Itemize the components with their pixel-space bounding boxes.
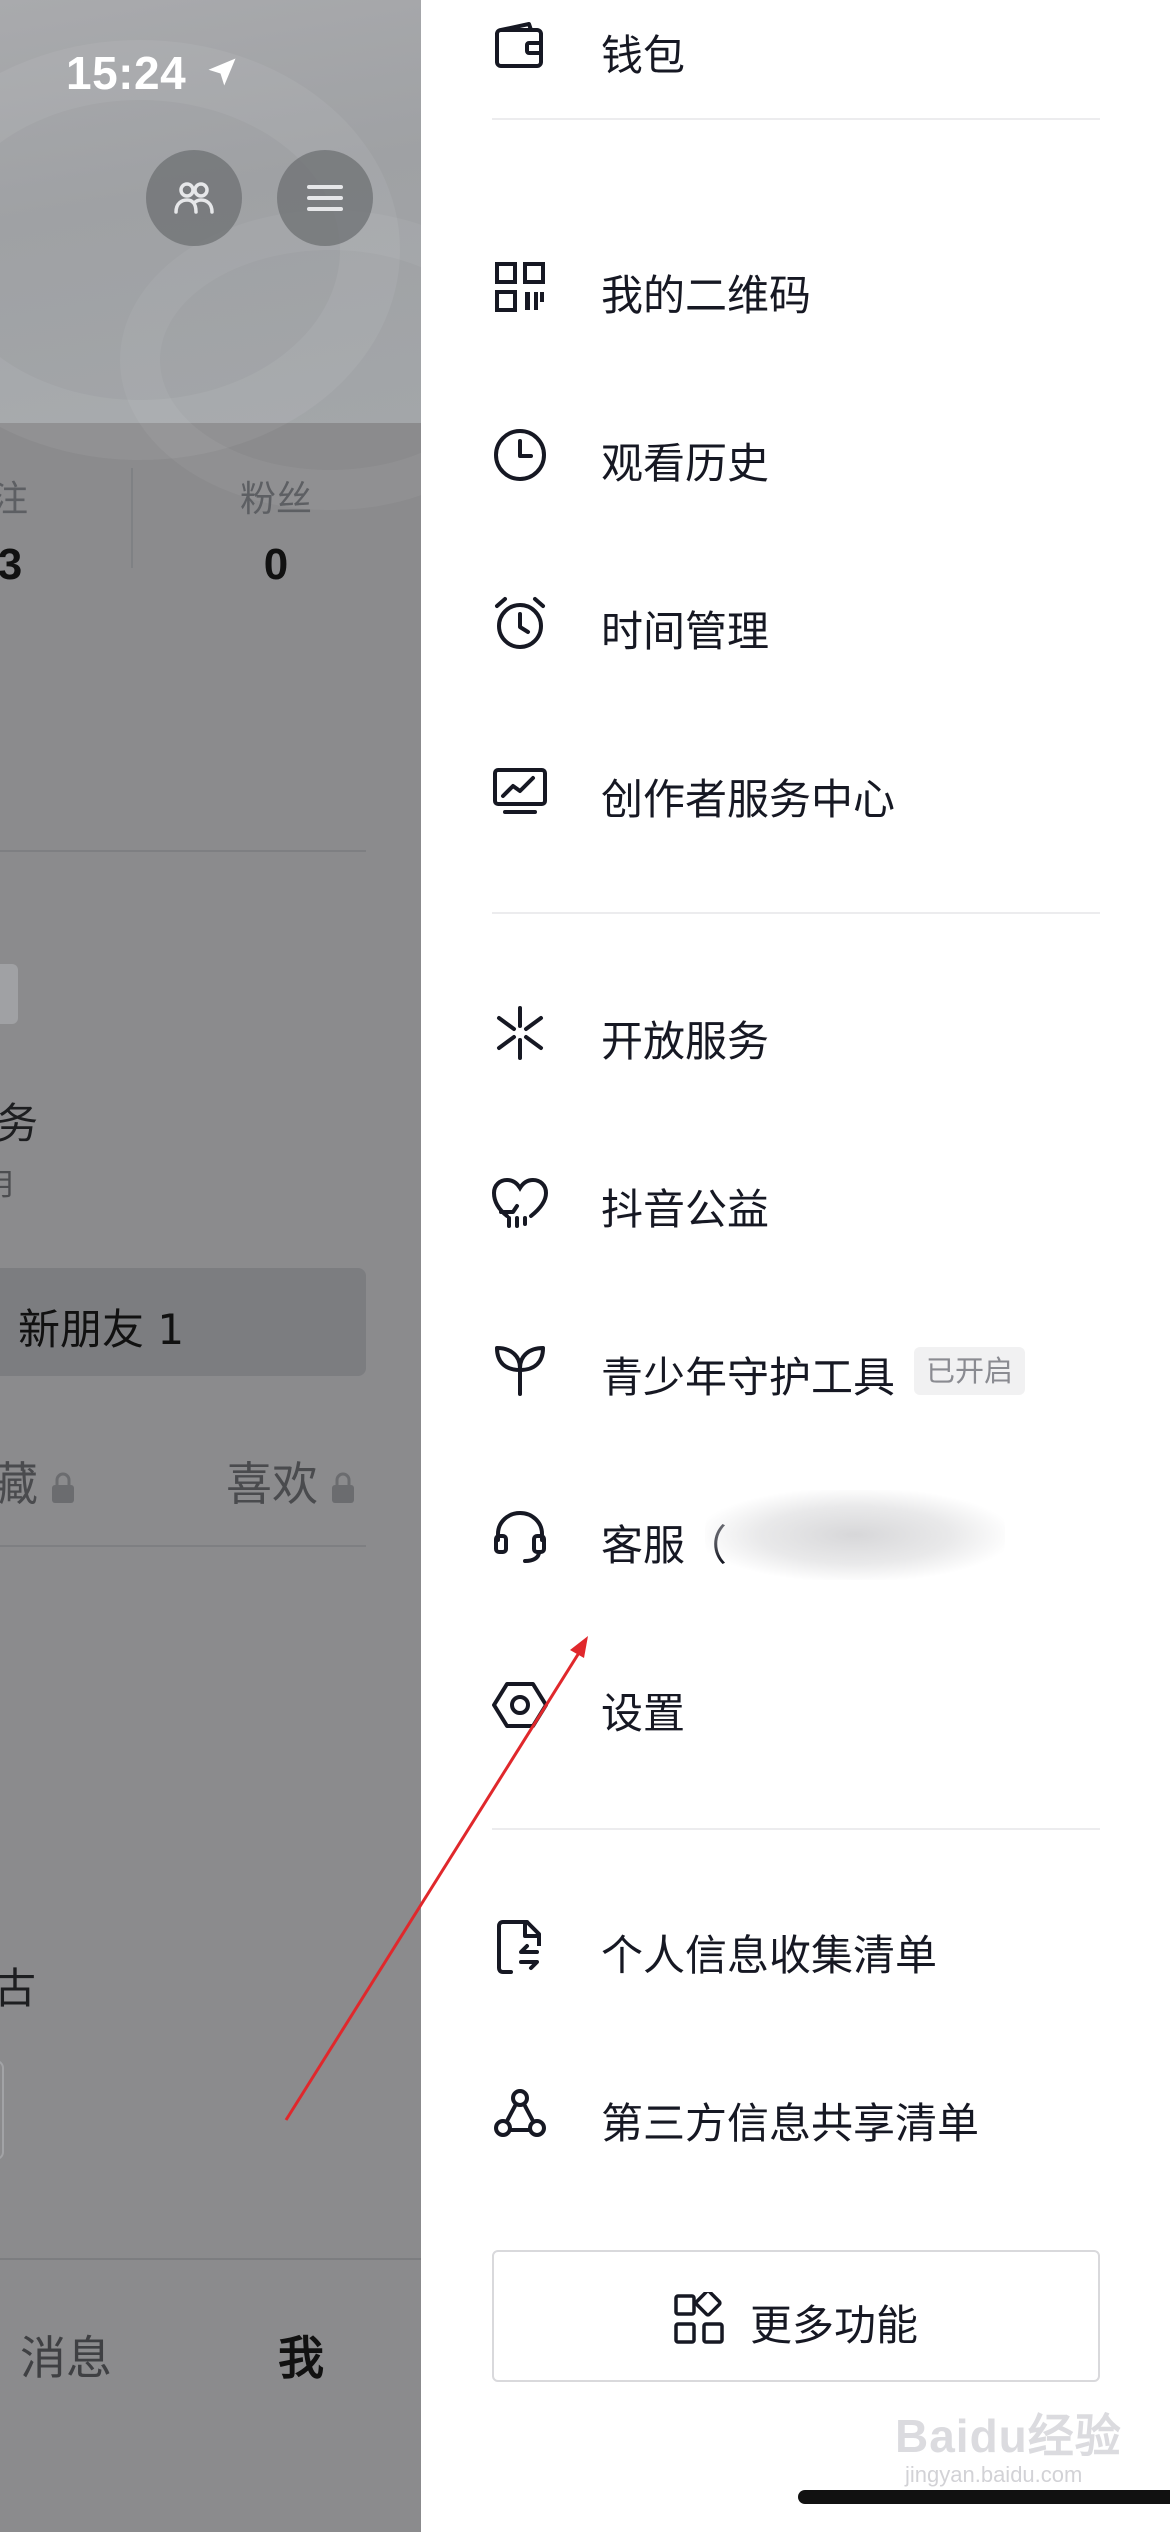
tab-favorites-label: 藏 (0, 1457, 38, 1511)
menu-item-label: 第三方信息共享清单 (601, 2099, 980, 2148)
more-features-button[interactable]: 更多功能 (492, 2250, 1100, 2382)
nav-messages[interactable]: 消息 (20, 2322, 112, 2388)
sprout-icon (495, 1346, 545, 1396)
followers-label: 粉丝 (239, 479, 312, 520)
menu-item-settings[interactable]: 设置 (421, 1646, 1170, 1766)
side-drawer: 钱包 我的二维码 观看历史 时间管理 创作者服务中心 开放服务 抖音公益 青少年… (421, 0, 1170, 2532)
tab-favorites[interactable]: 藏 (0, 1448, 76, 1514)
section-divider (0, 850, 366, 852)
hamburger-icon (307, 185, 343, 211)
following-label: 注 (0, 479, 28, 520)
menu-item-label: 个人信息收集清单 (601, 1931, 938, 1980)
menu-item-qr-code[interactable]: 我的二维码 (421, 228, 1170, 348)
open-service-icon (497, 1006, 543, 1060)
tab-likes-label: 喜欢 (226, 1457, 318, 1511)
wallet-icon (495, 22, 543, 68)
tail-fragment: 古 (0, 1964, 37, 2013)
watermark-url: jingyan.baidu.com (905, 2462, 1083, 2487)
watermark: Baidu经验 (895, 2410, 1122, 2462)
menu-item-label: 开放服务 (601, 1017, 770, 1066)
alarm-clock-icon (495, 597, 545, 649)
menu-item-label: 设置 (601, 1689, 686, 1738)
menu-item-label: 抖音公益 (601, 1185, 770, 1234)
lock-icon (52, 1472, 74, 1503)
settings-hexagon-icon (492, 1682, 548, 1728)
menu-item-third-party-share-list[interactable]: 第三方信息共享清单 (421, 2056, 1170, 2176)
document-export-icon (497, 1920, 541, 1974)
tabs-divider (0, 1545, 366, 1547)
service-subtext: 月 (0, 1168, 16, 1203)
tab-likes[interactable]: 喜欢 (226, 1448, 356, 1514)
input-fragment[interactable] (0, 2060, 4, 2160)
lock-icon (332, 1472, 354, 1503)
menu-item-label: 我的二维码 (601, 271, 812, 320)
home-indicator[interactable] (798, 2490, 1170, 2504)
charity-heart-icon (491, 1177, 549, 1228)
stat-divider (131, 468, 133, 568)
menu-item-personal-info-list[interactable]: 个人信息收集清单 (421, 1888, 1170, 2008)
tag-chip[interactable] (0, 964, 18, 1024)
menu-item-time-management[interactable]: 时间管理 (421, 564, 1170, 684)
profile-page-dimmed[interactable]: 15:24 注 3 粉丝 0 务 月 新朋友 1 藏 喜欢 古 消息 我 (0, 0, 421, 2532)
share-nodes-icon (494, 2089, 546, 2137)
grid-apps-icon (674, 2292, 724, 2344)
service-fragment: 务 (0, 1099, 39, 1148)
menu-item-label: 钱包 (601, 31, 686, 80)
nav-me[interactable]: 我 (278, 2322, 324, 2388)
menu-item-watch-history[interactable]: 观看历史 (421, 396, 1170, 516)
headset-icon (494, 1510, 546, 1563)
menu-button[interactable] (277, 150, 373, 246)
new-friends-bar[interactable]: 新朋友 1 (0, 1268, 366, 1376)
friends-button[interactable] (146, 150, 242, 246)
menu-item-wallet[interactable]: 钱包 (421, 0, 1170, 108)
menu-item-label: 青少年守护工具 (601, 1353, 896, 1402)
redacted-blur (705, 1490, 1005, 1580)
menu-item-charity[interactable]: 抖音公益 (421, 1142, 1170, 1262)
following-stat[interactable]: 注 3 (0, 470, 40, 590)
location-arrow-icon (208, 58, 236, 86)
clock-icon (494, 429, 546, 481)
section-divider (492, 118, 1100, 120)
following-count: 3 (0, 540, 23, 589)
menu-item-open-service[interactable]: 开放服务 (421, 974, 1170, 1094)
bottom-nav: 消息 我 (0, 2258, 421, 2532)
creator-monitor-icon (493, 768, 547, 814)
menu-item-label: 创作者服务中心 (601, 775, 896, 824)
qr-code-icon (495, 262, 545, 312)
status-badge: 已开启 (914, 1347, 1026, 1395)
section-divider (492, 1828, 1100, 1830)
more-features-label: 更多功能 (750, 2301, 919, 2350)
followers-stat[interactable]: 粉丝 0 (226, 470, 326, 590)
status-time: 15:24 (66, 47, 187, 99)
menu-item-label: 观看历史 (601, 439, 770, 488)
new-friends-label: 新朋友 1 (18, 1305, 185, 1354)
friends-icon (174, 182, 214, 214)
menu-item-youth-protection[interactable]: 青少年守护工具 (421, 1310, 1170, 1430)
followers-count: 0 (263, 540, 289, 589)
menu-item-creator-center[interactable]: 创作者服务中心 (421, 732, 1170, 852)
menu-item-label: 时间管理 (601, 607, 770, 656)
section-divider (492, 912, 1100, 914)
